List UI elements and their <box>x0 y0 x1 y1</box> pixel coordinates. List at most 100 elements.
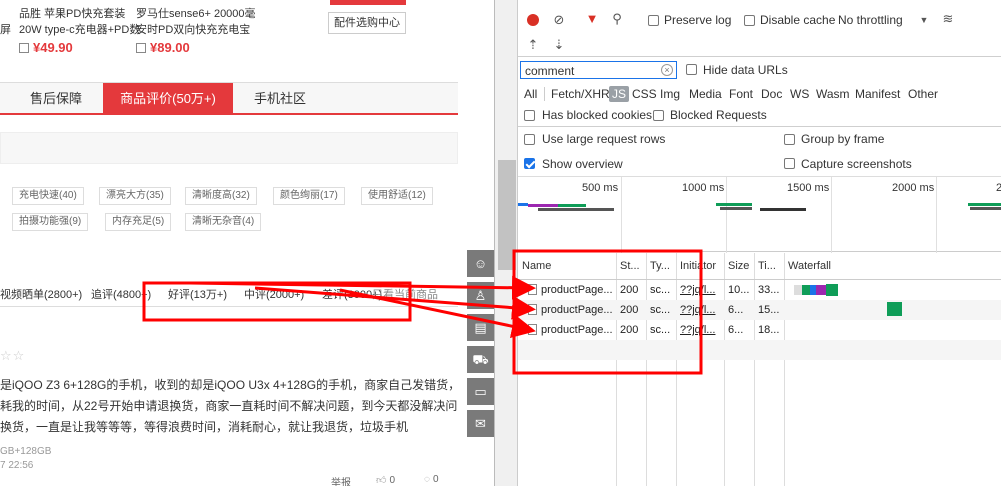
large-rows-checkbox[interactable] <box>524 134 535 145</box>
review-tag[interactable]: 使用舒适(12) <box>361 187 433 205</box>
filter-video[interactable]: 视频晒单(2800+) <box>0 286 82 302</box>
product-checkbox-1[interactable] <box>19 43 29 53</box>
scrollbar-thumb[interactable] <box>498 160 516 270</box>
chevron-down-icon[interactable]: ▼ <box>918 13 930 27</box>
review-tag[interactable]: 清晰无杂音(4) <box>185 213 262 231</box>
clipboard-icon[interactable]: ▤ <box>467 314 494 341</box>
review-tag[interactable]: 漂亮大方(35) <box>99 187 171 205</box>
review-tag[interactable]: 颜色绚丽(17) <box>273 187 345 205</box>
cart-icon[interactable]: ⛟ <box>467 346 494 373</box>
filter-positive[interactable]: 好评(13万+) <box>168 286 227 302</box>
clear-filter-icon[interactable]: × <box>661 64 673 76</box>
type-ws[interactable]: WS <box>790 86 809 102</box>
col-status[interactable]: St... <box>616 253 646 279</box>
request-initiator[interactable]: ??jq/l... <box>676 320 724 340</box>
table-row[interactable]: productPage... 200 sc... ??jq/l... 6... … <box>518 300 1001 320</box>
tab-after-sales[interactable]: 售后保障 <box>20 83 92 114</box>
table-row[interactable]: productPage... 200 sc... ??jq/l... 10...… <box>518 280 1001 300</box>
group-by-frame-checkbox[interactable] <box>784 134 795 145</box>
product-title-2b[interactable]: 安时PD双向快充充电宝 <box>136 22 266 38</box>
filter-input[interactable]: comment × <box>520 61 677 79</box>
request-name[interactable]: productPage... <box>524 320 616 340</box>
clear-icon[interactable]: ⊘ <box>552 13 566 27</box>
request-initiator[interactable]: ??jq/l... <box>676 300 724 320</box>
throttling-select[interactable]: No throttling <box>838 13 903 27</box>
overview-tick-label: 1500 ms <box>787 182 830 194</box>
preserve-log-checkbox[interactable] <box>648 15 659 26</box>
show-overview-checkbox[interactable] <box>524 158 535 169</box>
filter-neutral[interactable]: 中评(2000+) <box>244 286 304 302</box>
network-overview[interactable]: 500 ms 1000 ms 1500 ms 2000 ms 2 <box>518 176 1001 253</box>
review-tag[interactable]: 充电快速(40) <box>12 187 84 205</box>
filter-current-only[interactable]: 只看当前商品 <box>372 286 438 302</box>
product-title-1b[interactable]: 20W type-c充电器+PD数 <box>19 22 141 38</box>
hide-data-urls-checkbox[interactable] <box>686 64 697 75</box>
network-conditions-icon[interactable]: ≋ <box>940 12 956 26</box>
blocked-requests-checkbox[interactable] <box>653 110 664 121</box>
filter-input-value[interactable]: comment <box>525 64 574 78</box>
disable-cache-checkbox[interactable] <box>744 15 755 26</box>
message-icon[interactable]: ✉ <box>467 410 494 437</box>
panel-divider[interactable] <box>494 0 518 486</box>
user-icon[interactable]: ♙ <box>467 282 494 309</box>
col-type[interactable]: Ty... <box>646 253 676 279</box>
col-name[interactable]: Name <box>518 253 616 279</box>
product-title-1a[interactable]: 品胜 苹果PD快充套装 <box>19 6 141 22</box>
group-by-frame-label: Group by frame <box>801 132 885 146</box>
type-xhr[interactable]: Fetch/XHR <box>551 86 610 102</box>
overview-tick-label: 1000 ms <box>682 182 725 194</box>
review-tag[interactable]: 内存充足(5) <box>105 213 172 231</box>
waterfall-bar <box>826 284 838 296</box>
floating-sidebar: ☺ ♙ ▤ ⛟ ▭ ✉ <box>467 250 494 437</box>
table-row[interactable]: productPage... 200 sc... ??jq/l... 6... … <box>518 320 1001 340</box>
type-other[interactable]: Other <box>908 86 938 102</box>
import-icon[interactable]: ⇡ <box>527 38 539 52</box>
like-button[interactable]: 👍︎ 0 <box>376 474 395 486</box>
show-overview-label: Show overview <box>542 157 623 171</box>
overview-bar <box>716 203 752 206</box>
filter-icon[interactable]: ▼ <box>585 12 599 26</box>
request-type: sc... <box>650 284 671 296</box>
type-manifest[interactable]: Manifest <box>855 86 900 102</box>
product-card-2[interactable]: 罗马仕sense6+ 20000毫 安时PD双向快充充电宝 ¥89.00 <box>136 6 266 57</box>
capture-screenshots-label: Capture screenshots <box>801 157 912 171</box>
type-wasm[interactable]: Wasm <box>816 86 850 102</box>
chat-icon[interactable]: ☺ <box>467 250 494 277</box>
add-to-cart-button-edge[interactable] <box>330 0 406 5</box>
type-doc[interactable]: Doc <box>761 86 782 102</box>
tab-reviews[interactable]: 商品评价(50万+) <box>103 83 233 114</box>
col-initiator[interactable]: Initiator <box>676 253 724 279</box>
filter-separator <box>518 126 1001 127</box>
type-media[interactable]: Media <box>689 86 722 102</box>
type-font[interactable]: Font <box>729 86 753 102</box>
video-icon[interactable]: ▭ <box>467 378 494 405</box>
product-price-1: ¥49.90 <box>33 40 73 55</box>
product-card-1[interactable]: 品胜 苹果PD快充套装 20W type-c充电器+PD数 ¥49.90 <box>19 6 141 57</box>
type-css[interactable]: CSS <box>632 86 657 102</box>
review-tag[interactable]: 清晰度高(32) <box>185 187 257 205</box>
accessory-center-button[interactable]: 配件选购中心 <box>328 12 406 34</box>
review-tag[interactable]: 拍摄功能强(9) <box>12 213 89 231</box>
blocked-cookies-label: Has blocked cookies <box>542 108 653 122</box>
search-icon[interactable]: ⚲ <box>610 12 624 26</box>
filter-followup[interactable]: 追评(4800+) <box>91 286 151 302</box>
type-all[interactable]: All <box>524 86 537 102</box>
product-checkbox-2[interactable] <box>136 43 146 53</box>
col-waterfall[interactable]: Waterfall <box>784 253 884 279</box>
product-title-2a[interactable]: 罗马仕sense6+ 20000毫 <box>136 6 266 22</box>
type-img[interactable]: Img <box>660 86 680 102</box>
request-initiator[interactable]: ??jq/l... <box>676 280 724 300</box>
record-button[interactable] <box>527 14 539 26</box>
report-link[interactable]: 举报 <box>331 474 351 486</box>
type-js[interactable]: JS <box>609 86 630 102</box>
request-table: Name St... Ty... Initiator Size Ti... Wa… <box>518 253 1001 486</box>
comment-button[interactable]: ◌ 0 <box>424 474 439 485</box>
tab-community[interactable]: 手机社区 <box>244 83 316 114</box>
col-time[interactable]: Ti... <box>754 253 784 279</box>
request-name[interactable]: productPage... <box>524 300 616 320</box>
export-icon[interactable]: ⇣ <box>553 38 565 52</box>
request-name[interactable]: productPage... <box>524 280 616 300</box>
blocked-cookies-checkbox[interactable] <box>524 110 535 121</box>
col-size[interactable]: Size <box>724 253 754 279</box>
capture-screenshots-checkbox[interactable] <box>784 158 795 169</box>
